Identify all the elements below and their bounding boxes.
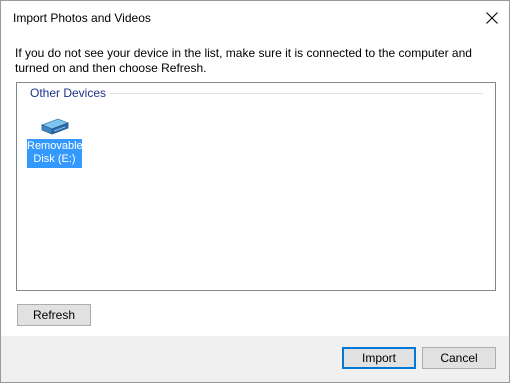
instruction-message: If you do not see your device in the lis… xyxy=(15,46,472,75)
cancel-button[interactable]: Cancel xyxy=(422,347,496,369)
refresh-button[interactable]: Refresh xyxy=(17,304,91,326)
title-bar: Import Photos and Videos xyxy=(1,1,509,35)
device-item-removable-disk[interactable]: Removable Disk (E:) xyxy=(25,116,83,170)
device-list[interactable]: Other Devices Removable Disk (E:) xyxy=(16,82,496,291)
dialog-footer: Import Cancel xyxy=(1,336,509,382)
import-button[interactable]: Import xyxy=(342,347,416,369)
window-title: Import Photos and Videos xyxy=(13,11,151,25)
removable-disk-icon xyxy=(40,118,70,135)
device-label: Removable Disk (E:) xyxy=(27,139,83,168)
dialog-content: If you do not see your device in the lis… xyxy=(1,35,509,336)
close-button[interactable] xyxy=(475,1,509,35)
import-dialog: Import Photos and Videos If you do not s… xyxy=(0,0,510,383)
group-divider xyxy=(109,93,483,94)
group-header-other-devices: Other Devices xyxy=(30,86,111,100)
close-icon xyxy=(486,12,498,24)
